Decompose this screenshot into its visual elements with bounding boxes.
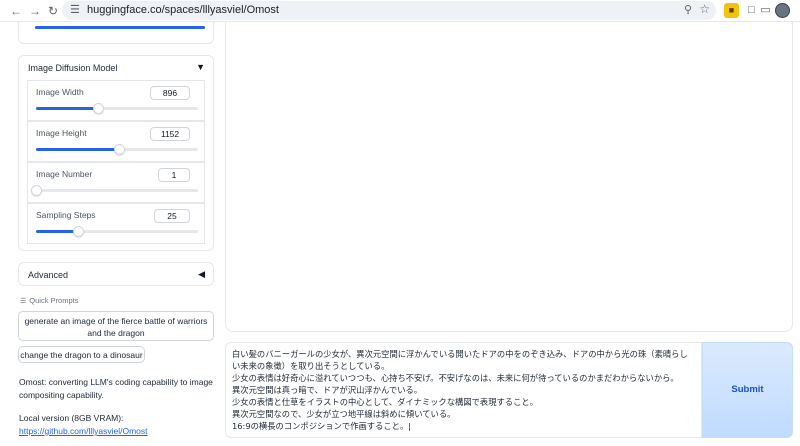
url-text: huggingface.co/spaces/lllyasviel/Omost <box>87 4 279 16</box>
forward-arrow-icon[interactable]: → <box>27 3 43 19</box>
bookmark-star-icon[interactable]: ☆ <box>699 2 710 16</box>
image-height-slider: Image Height 1152 <box>27 121 205 162</box>
slider-thumb[interactable] <box>113 144 125 155</box>
browser-toolbar: ← → ↻ ☰ huggingface.co/spaces/lllyasviel… <box>0 0 800 22</box>
description-text: Omost: converting LLM's coding capabilit… <box>19 377 213 400</box>
reload-icon[interactable]: ↻ <box>45 3 61 19</box>
prompt-textarea[interactable]: 白い髪のバニーガールの少女が、異次元空間に浮かんでいる開いたドアの中をのぞき込み… <box>225 342 702 438</box>
quick-prompt-button[interactable]: generate an image of the fierce battle o… <box>18 311 214 341</box>
sampling-steps-slider: Sampling Steps 25 <box>27 203 205 244</box>
local-version-text: Local version (8GB VRAM): <box>19 413 124 423</box>
slider-label: Image Number <box>36 169 93 179</box>
slider-thumb[interactable] <box>31 185 42 196</box>
image-width-input[interactable]: 896 <box>150 86 190 100</box>
list-icon: ☰ <box>20 298 27 305</box>
quick-prompts-label: ☰ Quick Prompts <box>20 296 78 305</box>
puzzle-icon[interactable]: □ <box>744 3 759 18</box>
quick-prompts-label-text: Quick Prompts <box>29 296 79 305</box>
accordion-title[interactable]: Image Diffusion Model <box>28 63 117 73</box>
advanced-accordion[interactable]: Advanced ◀ <box>18 262 214 286</box>
slider-track[interactable] <box>36 103 198 114</box>
image-number-input[interactable]: 1 <box>158 168 190 182</box>
slider-thumb[interactable] <box>73 226 85 237</box>
github-link[interactable]: https://github.com/lllyasviel/Omost <box>19 426 148 436</box>
caret-left-icon[interactable]: ◀ <box>198 269 205 280</box>
site-settings-icon[interactable]: ☰ <box>70 3 80 16</box>
sidebar-icon[interactable]: ▭ <box>758 3 773 18</box>
slider-track[interactable] <box>31 185 198 196</box>
image-diffusion-accordion: Image Diffusion Model ▼ Image Width 896 … <box>18 55 214 251</box>
slider-label: Image Height <box>36 128 87 138</box>
sampling-steps-input[interactable]: 25 <box>154 209 190 223</box>
address-bar[interactable]: ☰ huggingface.co/spaces/lllyasviel/Omost… <box>62 1 716 20</box>
slider-track[interactable] <box>36 226 198 237</box>
slider-label: Sampling Steps <box>36 210 96 220</box>
slider-label: Image Width <box>36 87 84 97</box>
slider-thumb[interactable] <box>92 103 104 114</box>
back-arrow-icon[interactable]: ← <box>8 3 24 19</box>
slider-fill[interactable] <box>35 26 205 29</box>
slider-fill <box>36 107 98 110</box>
chat-output-area <box>225 22 793 332</box>
slider-fill <box>36 230 79 233</box>
slider-fill <box>36 148 119 151</box>
image-height-input[interactable]: 1152 <box>150 127 190 141</box>
submit-button[interactable]: Submit <box>702 342 793 438</box>
quick-prompt-button[interactable]: change the dragon to a dinosaur <box>18 346 145 363</box>
slider-track[interactable] <box>36 144 198 155</box>
image-width-slider: Image Width 896 <box>27 80 205 121</box>
accordion-title: Advanced <box>28 270 69 280</box>
zoom-icon[interactable]: ⚲ <box>684 3 692 16</box>
caret-down-icon[interactable]: ▼ <box>196 62 205 72</box>
profile-avatar-icon[interactable] <box>775 3 790 18</box>
previous-slider-card <box>18 22 214 44</box>
image-number-slider: Image Number 1 <box>27 162 205 203</box>
extension-icon[interactable]: ■ <box>724 3 739 18</box>
